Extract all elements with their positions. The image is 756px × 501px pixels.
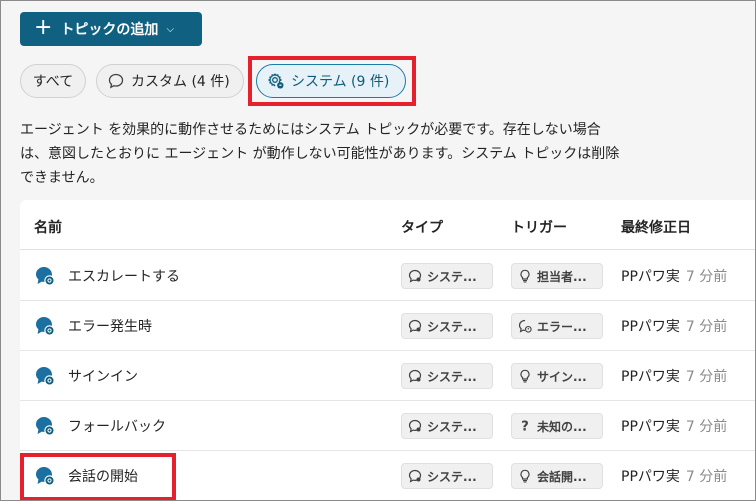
row-trigger-cell: エラー... (511, 301, 603, 351)
modified-when: 7 分前 (685, 369, 728, 385)
row-modified-cell: PPパワ実 7 分前 (621, 401, 727, 451)
table-row[interactable]: フォールバック システ...? 未知の... PPパワ実 7 分前 (20, 401, 756, 451)
table-row[interactable]: サインイン システ... サイン... PPパワ実 7 分前 (20, 351, 756, 401)
modified-by: PPパワ実 (621, 269, 680, 285)
type-chip: システ... (401, 463, 493, 489)
trigger-chip-label: 未知の... (537, 419, 587, 434)
column-header-modified[interactable]: 最終修正日 (621, 217, 691, 237)
filter-all[interactable]: すべて (20, 64, 86, 98)
row-type-cell: システ... (401, 351, 493, 401)
modified-when: 7 分前 (685, 269, 728, 285)
system-chat-icon (408, 469, 422, 483)
column-header-name[interactable]: 名前 (34, 217, 62, 237)
svg-text:?: ? (521, 420, 529, 434)
trigger-chip-label: サイン... (537, 369, 587, 384)
topic-name[interactable]: 会話の開始 (68, 466, 138, 486)
trigger-chip-label: 担当者... (537, 269, 587, 284)
topic-name[interactable]: サインイン (68, 366, 138, 386)
row-type-cell: システ... (401, 251, 493, 301)
add-topic-button[interactable]: + トピックの追加 ⌵ (20, 12, 202, 46)
system-chat-icon (408, 319, 422, 333)
modified-when: 7 分前 (685, 419, 728, 435)
chat-bubble-icon (107, 72, 125, 90)
row-name-cell[interactable]: エラー発生時 (34, 301, 152, 351)
table-row[interactable]: エスカレートする システ... 担当者... PPパワ実 7 分前 (20, 251, 756, 301)
type-chip-label: システ... (427, 319, 477, 334)
table-header: 名前 タイプ トリガー 最終修正日 (20, 200, 756, 250)
row-modified-cell: PPパワ実 7 分前 (621, 351, 727, 401)
row-type-cell: システ... (401, 401, 493, 451)
type-chip-label: システ... (427, 469, 477, 484)
lightbulb-icon (518, 269, 532, 283)
topic-icon (34, 415, 56, 437)
system-gear-icon (267, 72, 285, 90)
modified-by: PPパワ実 (621, 369, 680, 385)
type-chip-label: システ... (427, 269, 477, 284)
row-type-cell: システ... (401, 301, 493, 351)
system-chat-icon (408, 419, 422, 433)
topic-icon (34, 365, 56, 387)
trigger-chip: ? 未知の... (511, 413, 603, 439)
type-chip-label: システ... (427, 419, 477, 434)
topic-name[interactable]: エスカレートする (68, 266, 180, 286)
filter-all-label: すべて (32, 74, 74, 90)
trigger-chip: 担当者... (511, 263, 603, 289)
topic-icon (34, 315, 56, 337)
modified-when: 7 分前 (685, 319, 728, 335)
topics-table: 名前 タイプ トリガー 最終修正日 エスカレートする システ... 担当者... PP… (20, 200, 756, 501)
row-name-cell[interactable]: サインイン (34, 351, 138, 401)
system-chat-icon (408, 369, 422, 383)
modified-by: PPパワ実 (621, 469, 680, 485)
question-icon: ? (518, 419, 532, 434)
row-name-cell[interactable]: フォールバック (34, 401, 166, 451)
type-chip: システ... (401, 363, 493, 389)
table-row[interactable]: 会話の開始 システ... 会話開... PPパワ実 7 分前 (20, 451, 756, 501)
row-modified-cell: PPパワ実 7 分前 (621, 251, 727, 301)
system-chat-icon (408, 269, 422, 283)
error-chat-icon (518, 319, 532, 333)
row-name-cell[interactable]: エスカレートする (34, 251, 180, 301)
row-type-cell: システ... (401, 451, 493, 501)
trigger-chip: 会話開... (511, 463, 603, 489)
topic-icon (34, 465, 56, 487)
system-topics-description: エージェント を効果的に動作させるためにはシステム トピックが必要です。存在しな… (20, 122, 620, 186)
type-chip: システ... (401, 313, 493, 339)
row-trigger-cell: 会話開... (511, 451, 603, 501)
row-modified-cell: PPパワ実 7 分前 (621, 451, 727, 501)
modified-when: 7 分前 (685, 469, 728, 485)
column-header-trigger[interactable]: トリガー (511, 217, 567, 237)
filter-custom-label: カスタム (4 件) (131, 74, 230, 90)
trigger-chip-label: エラー... (537, 319, 587, 334)
row-trigger-cell: サイン... (511, 351, 603, 401)
add-topic-label: トピックの追加 (60, 22, 159, 38)
row-trigger-cell: ? 未知の... (511, 401, 603, 451)
type-chip: システ... (401, 263, 493, 289)
plus-icon: + (34, 15, 53, 40)
type-chip-label: システ... (427, 369, 477, 384)
lightbulb-icon (518, 469, 532, 483)
filter-system-label: システム (9 件) (291, 74, 390, 90)
topic-name[interactable]: フォールバック (68, 416, 166, 436)
chevron-down-icon: ⌵ (166, 23, 175, 35)
type-chip: システ... (401, 413, 493, 439)
lightbulb-icon (518, 369, 532, 383)
table-row[interactable]: エラー発生時 システ... エラー... PPパワ実 7 分前 (20, 301, 756, 351)
row-name-cell[interactable]: 会話の開始 (34, 451, 138, 501)
modified-by: PPパワ実 (621, 319, 680, 335)
row-modified-cell: PPパワ実 7 分前 (621, 301, 727, 351)
column-header-type[interactable]: タイプ (401, 217, 443, 237)
topic-icon (34, 265, 56, 287)
filter-system[interactable]: システム (9 件) (256, 64, 406, 98)
trigger-chip-label: 会話開... (537, 469, 587, 484)
filter-custom[interactable]: カスタム (4 件) (96, 64, 244, 98)
topic-name[interactable]: エラー発生時 (68, 316, 152, 336)
trigger-chip: サイン... (511, 363, 603, 389)
trigger-chip: エラー... (511, 313, 603, 339)
modified-by: PPパワ実 (621, 419, 680, 435)
row-trigger-cell: 担当者... (511, 251, 603, 301)
